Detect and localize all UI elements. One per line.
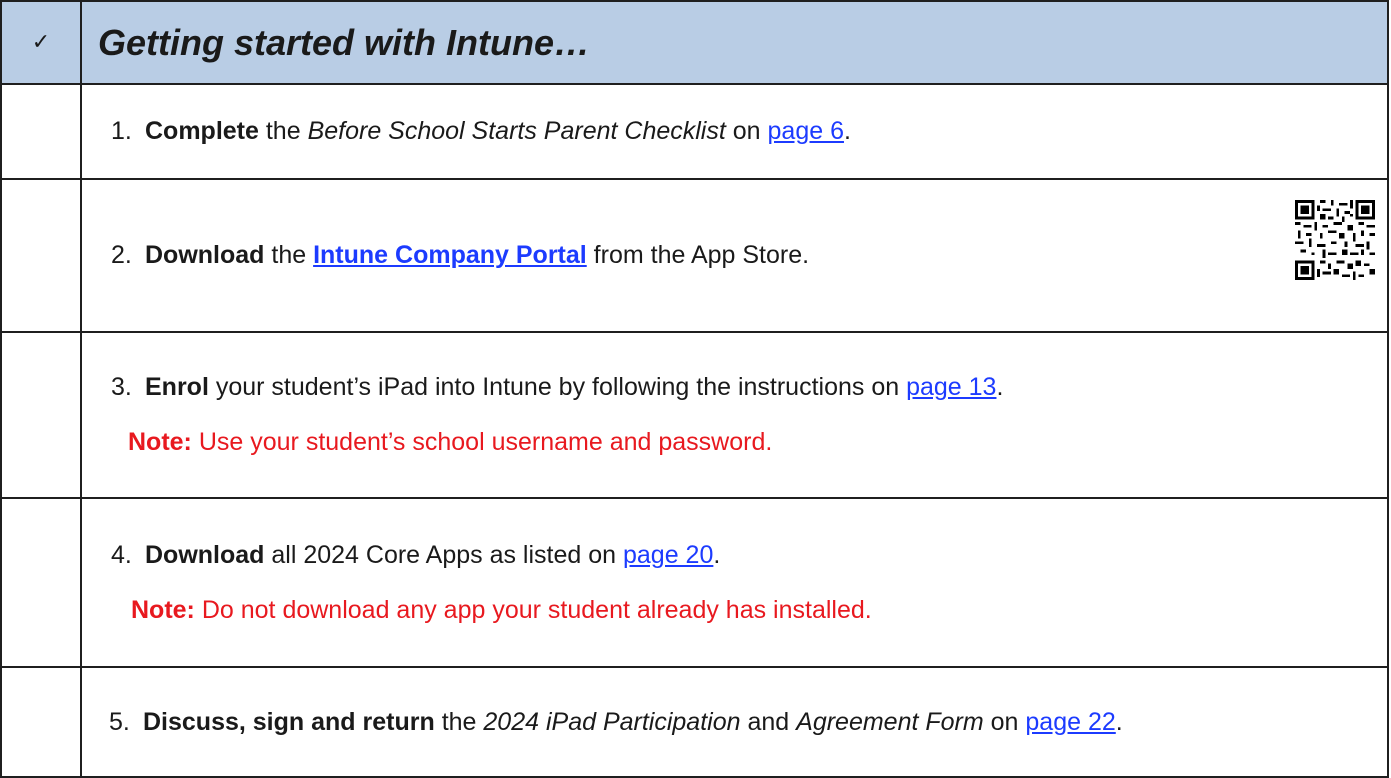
note-text: Use your student’s school username and p… [191,428,773,456]
note-text: Do not download any app your student alr… [194,595,872,624]
checklist-header-row: ✓ Getting started with Intune… [0,0,1389,85]
checklist-row-1: 1. Complete the Before School Starts Pare… [0,83,1389,180]
checklist-row-3: 3. Enrol your student’s iPad into Intune … [0,331,1389,499]
checkbox-cell-3[interactable] [0,331,82,499]
step-number: 3. [111,373,132,401]
step-number: 5. [109,707,130,736]
page-22-link[interactable]: page 22 [1025,708,1115,736]
step-keyword: Download [145,241,265,269]
step-number: 1. [111,117,132,145]
step-text-end: . [1115,707,1123,736]
page-13-link[interactable]: page 13 [906,373,996,401]
step-italic-text: Before School Starts Parent Checklist [307,117,726,145]
checklist-row-2: 2. Download the Intune Company Portal fro… [0,178,1389,333]
step-text: from the App Store. [586,241,810,269]
step-text: the [258,117,308,145]
step-number: 2. [111,241,132,269]
page-6-link[interactable]: page 6 [768,117,844,145]
step-text: all 2024 Core Apps as listed on [264,540,623,569]
checklist-row-5: 5. Discuss, sign and return the 2024 iPad… [0,666,1389,778]
step-1-text: 1. Complete the Before School Starts Pare… [111,117,1387,146]
step-text: on [983,707,1026,736]
checkbox-cell-2[interactable] [0,178,82,333]
step-3-note: Note: Use your student’s school username… [111,428,1387,457]
step-text-end: . [843,117,851,145]
step-text-end: . [713,540,721,569]
page-20-link[interactable]: page 20 [623,541,713,569]
step-5-text: 5. Discuss, sign and return the 2024 iPad… [109,708,1387,737]
step-text: and [740,707,797,736]
checkmark-icon: ✓ [0,0,82,85]
step-4-cell: 4. Download all 2024 Core Apps as listed … [80,497,1389,668]
checkbox-cell-1[interactable] [0,83,82,180]
step-italic-text: 2024 iPad Participation [483,707,741,736]
step-2-cell: 2. Download the Intune Company Portal fro… [80,178,1389,333]
checklist-title: Getting started with Intune… [80,0,1389,85]
step-italic-text: Agreement Form [796,707,984,736]
step-3-text: 3. Enrol your student’s iPad into Intune … [111,373,1387,402]
intune-company-portal-link[interactable]: Intune Company Portal [313,241,587,269]
note-label: Note: [128,428,192,456]
note-label: Note: [131,595,195,624]
step-text: the [434,707,484,736]
step-keyword: Complete [145,117,259,145]
step-5-cell: 5. Discuss, sign and return the 2024 iPad… [80,666,1389,778]
step-3-cell: 3. Enrol your student’s iPad into Intune … [80,331,1389,499]
step-2-text: 2. Download the Intune Company Portal fro… [111,241,1387,270]
step-keyword: Download [145,540,265,569]
step-4-note: Note: Do not download any app your stude… [111,596,1387,625]
step-keyword: Discuss, sign and return [143,707,435,736]
step-4-text: 4. Download all 2024 Core Apps as listed … [111,541,1387,570]
step-1-cell: 1. Complete the Before School Starts Pare… [80,83,1389,180]
step-text: your student’s iPad into Intune by follo… [208,373,907,401]
step-keyword: Enrol [145,373,209,401]
step-text-end: . [996,373,1004,401]
step-number: 4. [111,540,132,569]
step-text: on [725,117,768,145]
checklist-row-4: 4. Download all 2024 Core Apps as listed … [0,497,1389,668]
step-text: the [264,241,314,269]
checkbox-cell-4[interactable] [0,497,82,668]
getting-started-checklist: ✓ Getting started with Intune… 1. Complet… [0,0,1389,778]
qr-code-icon[interactable] [1295,200,1375,280]
checkbox-cell-5[interactable] [0,666,82,778]
